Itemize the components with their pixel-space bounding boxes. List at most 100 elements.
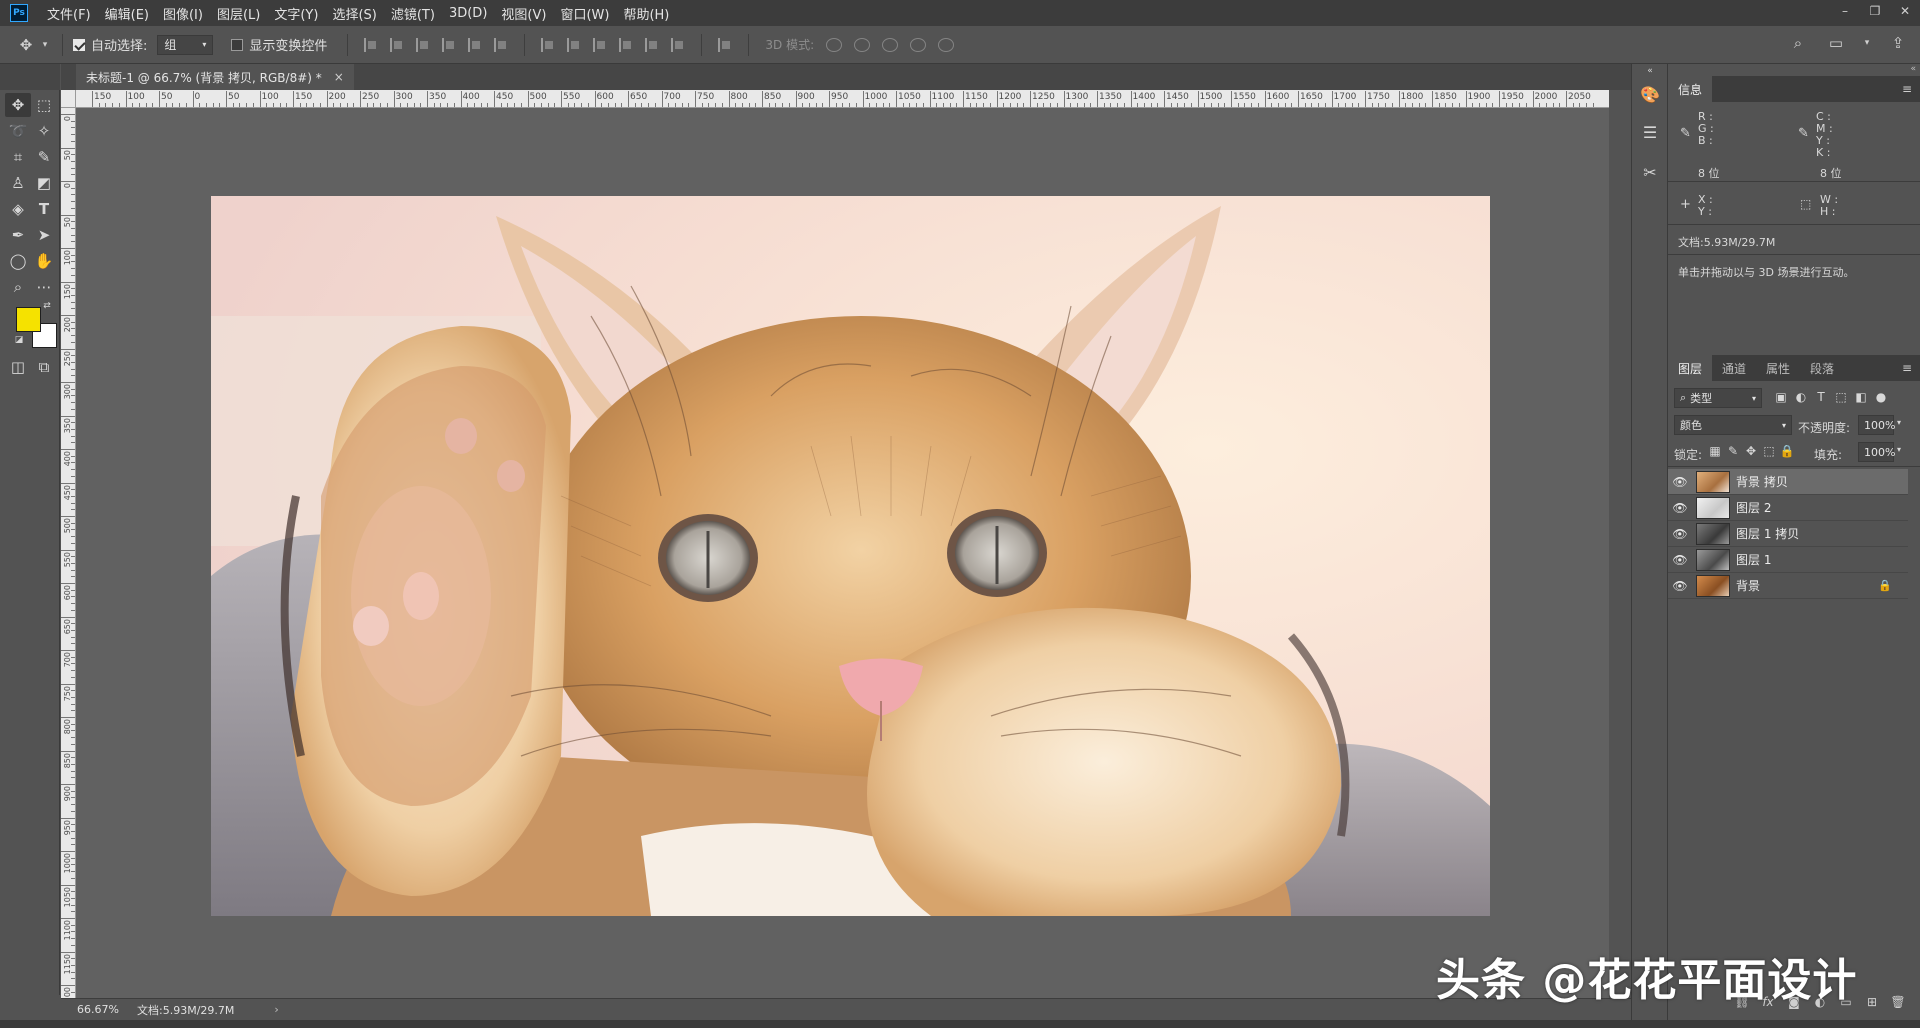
- auto-select-checkbox[interactable]: [73, 38, 85, 51]
- zoom-tool-icon[interactable]: ⌕: [5, 275, 31, 299]
- filter-toggle-icon[interactable]: ●: [1872, 390, 1890, 404]
- lasso-tool-icon[interactable]: ➰: [5, 119, 31, 143]
- path-selection-tool-icon[interactable]: ➤: [31, 223, 57, 247]
- align-vcenter-icon[interactable]: [390, 37, 404, 52]
- align-top-icon[interactable]: [364, 37, 378, 52]
- filter-adjustment-icon[interactable]: ◐: [1792, 390, 1810, 404]
- 3d-slide-icon[interactable]: [910, 37, 927, 52]
- align-bottom-icon[interactable]: [416, 37, 430, 52]
- collapse-panels-icon[interactable]: «: [1910, 64, 1916, 74]
- info-panel-menu-icon[interactable]: ≡: [1902, 82, 1912, 96]
- lock-image-icon[interactable]: ✎: [1724, 444, 1742, 458]
- filter-pixel-icon[interactable]: ▣: [1772, 390, 1790, 404]
- distribute-bottom-icon[interactable]: [593, 37, 607, 52]
- crop-tool-icon[interactable]: ⌗: [5, 145, 31, 169]
- marquee-tool-icon[interactable]: ⬚: [31, 93, 57, 117]
- align-hcenter-icon[interactable]: [468, 37, 482, 52]
- zoom-level-field[interactable]: 66.67%: [61, 1003, 121, 1016]
- auto-align-icon[interactable]: [718, 37, 732, 52]
- filter-type-icon[interactable]: T: [1812, 390, 1830, 404]
- show-transform-checkbox[interactable]: [231, 38, 244, 51]
- document-size-info[interactable]: 文档:5.93M/29.7M: [137, 1002, 234, 1018]
- visibility-eye-icon[interactable]: 👁: [1668, 527, 1692, 541]
- color-panel-icon[interactable]: 🎨: [1638, 82, 1662, 106]
- menu-select[interactable]: 选择(S): [325, 4, 383, 23]
- layers-panel-menu-icon[interactable]: ≡: [1902, 361, 1912, 375]
- move-tool-icon[interactable]: ✥: [14, 36, 38, 54]
- ruler-origin[interactable]: [61, 90, 76, 108]
- workspace-icon[interactable]: ▭: [1824, 34, 1848, 52]
- distribute-left-icon[interactable]: [619, 37, 633, 52]
- hand-tool-icon[interactable]: ✋: [31, 249, 57, 273]
- properties-panel-icon[interactable]: ☰: [1638, 120, 1662, 144]
- status-chevron-icon[interactable]: ›: [274, 1003, 278, 1016]
- visibility-eye-icon[interactable]: 👁: [1668, 553, 1692, 567]
- search-icon[interactable]: ⌕: [1786, 34, 1810, 52]
- layer-filter-dropdown[interactable]: ⌕ 类型 ▾: [1674, 388, 1762, 408]
- visibility-eye-icon[interactable]: 👁: [1668, 475, 1692, 489]
- swap-colors-icon[interactable]: ⇄: [40, 300, 54, 312]
- layer-row[interactable]: 👁 背景 🔒: [1668, 573, 1908, 599]
- close-tab-icon[interactable]: ×: [334, 70, 344, 84]
- layer-row[interactable]: 👁 背景 拷贝: [1668, 469, 1908, 495]
- blend-mode-dropdown[interactable]: 颜色 ▾: [1674, 415, 1792, 435]
- tab-paragraph[interactable]: 段落: [1800, 355, 1844, 381]
- distribute-right-icon[interactable]: [671, 37, 685, 52]
- delete-layer-icon[interactable]: 🗑: [1888, 995, 1908, 1009]
- tab-channels[interactable]: 通道: [1712, 355, 1756, 381]
- move-tool-icon[interactable]: ✥: [5, 93, 31, 117]
- default-colors-icon[interactable]: ◪: [12, 334, 26, 346]
- lock-artboard-icon[interactable]: ⬚: [1760, 444, 1778, 458]
- restore-icon[interactable]: ❐: [1860, 0, 1890, 22]
- fill-field[interactable]: 100%: [1858, 442, 1895, 462]
- menu-3d[interactable]: 3D(D): [442, 6, 494, 21]
- menu-filter[interactable]: 滤镜(T): [384, 4, 442, 23]
- quick-mask-icon[interactable]: ◫: [5, 355, 31, 379]
- visibility-eye-icon[interactable]: 👁: [1668, 579, 1692, 593]
- stamp-tool-icon[interactable]: ♙: [5, 171, 31, 195]
- lock-all-icon[interactable]: 🔒: [1778, 444, 1796, 458]
- opacity-chevron-icon[interactable]: ▾: [1897, 418, 1901, 427]
- menu-edit[interactable]: 编辑(E): [98, 4, 156, 23]
- tab-properties[interactable]: 属性: [1756, 355, 1800, 381]
- 3d-orbit-icon[interactable]: [826, 37, 843, 52]
- 3d-pan-icon[interactable]: [882, 37, 899, 52]
- magic-wand-tool-icon[interactable]: ✧: [31, 119, 57, 143]
- screen-mode-icon[interactable]: ⧉: [31, 355, 57, 379]
- pen-tool-icon[interactable]: ✒: [5, 223, 31, 247]
- menu-layer[interactable]: 图层(L): [210, 4, 267, 23]
- distribute-top-icon[interactable]: [541, 37, 555, 52]
- menu-file[interactable]: 文件(F): [40, 4, 98, 23]
- ellipse-tool-icon[interactable]: ◯: [5, 249, 31, 273]
- tool-preset-chevron-icon[interactable]: ▾: [38, 40, 52, 50]
- align-right-icon[interactable]: [494, 37, 508, 52]
- minimize-icon[interactable]: –: [1830, 0, 1860, 22]
- filter-smart-object-icon[interactable]: ◧: [1852, 390, 1870, 404]
- collapse-dock-icon[interactable]: «: [1638, 66, 1662, 76]
- menu-window[interactable]: 窗口(W): [553, 4, 616, 23]
- paint-bucket-tool-icon[interactable]: ◈: [5, 197, 31, 221]
- document-tab[interactable]: 未标题-1 @ 66.7% (背景 拷贝, RGB/8#) * ×: [76, 64, 354, 90]
- tab-info[interactable]: 信息: [1668, 76, 1713, 102]
- align-left-icon[interactable]: [442, 37, 456, 52]
- opacity-field[interactable]: 100%: [1858, 415, 1895, 435]
- workspace-chevron-icon[interactable]: ▾: [1862, 38, 1872, 48]
- layer-row[interactable]: 👁 图层 1 拷贝: [1668, 521, 1908, 547]
- type-tool-icon[interactable]: T: [31, 197, 57, 221]
- filter-shape-icon[interactable]: ⬚: [1832, 390, 1850, 404]
- distribute-vcenter-icon[interactable]: [567, 37, 581, 52]
- horizontal-ruler[interactable]: 150 100 50 0 50 100 150 200 250 300 350 400 450 500 55…: [76, 90, 1609, 108]
- lock-transparent-icon[interactable]: ▦: [1706, 444, 1724, 458]
- foreground-color-swatch[interactable]: [16, 307, 41, 332]
- menu-view[interactable]: 视图(V): [494, 4, 553, 23]
- share-icon[interactable]: ⇪: [1886, 34, 1910, 52]
- 3d-scale-icon[interactable]: [938, 37, 955, 52]
- menu-image[interactable]: 图像(I): [156, 4, 210, 23]
- 3d-roll-icon[interactable]: [854, 37, 871, 52]
- fill-chevron-icon[interactable]: ▾: [1897, 445, 1901, 454]
- canvas-image-cat-sketch[interactable]: [211, 196, 1490, 916]
- menu-help[interactable]: 帮助(H): [616, 4, 676, 23]
- more-tools-icon[interactable]: ⋯: [31, 275, 57, 299]
- eyedropper-tool-icon[interactable]: ✎: [31, 145, 57, 169]
- vertical-ruler[interactable]: 0 50 0 50 100 150 200 250 300 350 400 450 500 550 600 6…: [61, 108, 76, 998]
